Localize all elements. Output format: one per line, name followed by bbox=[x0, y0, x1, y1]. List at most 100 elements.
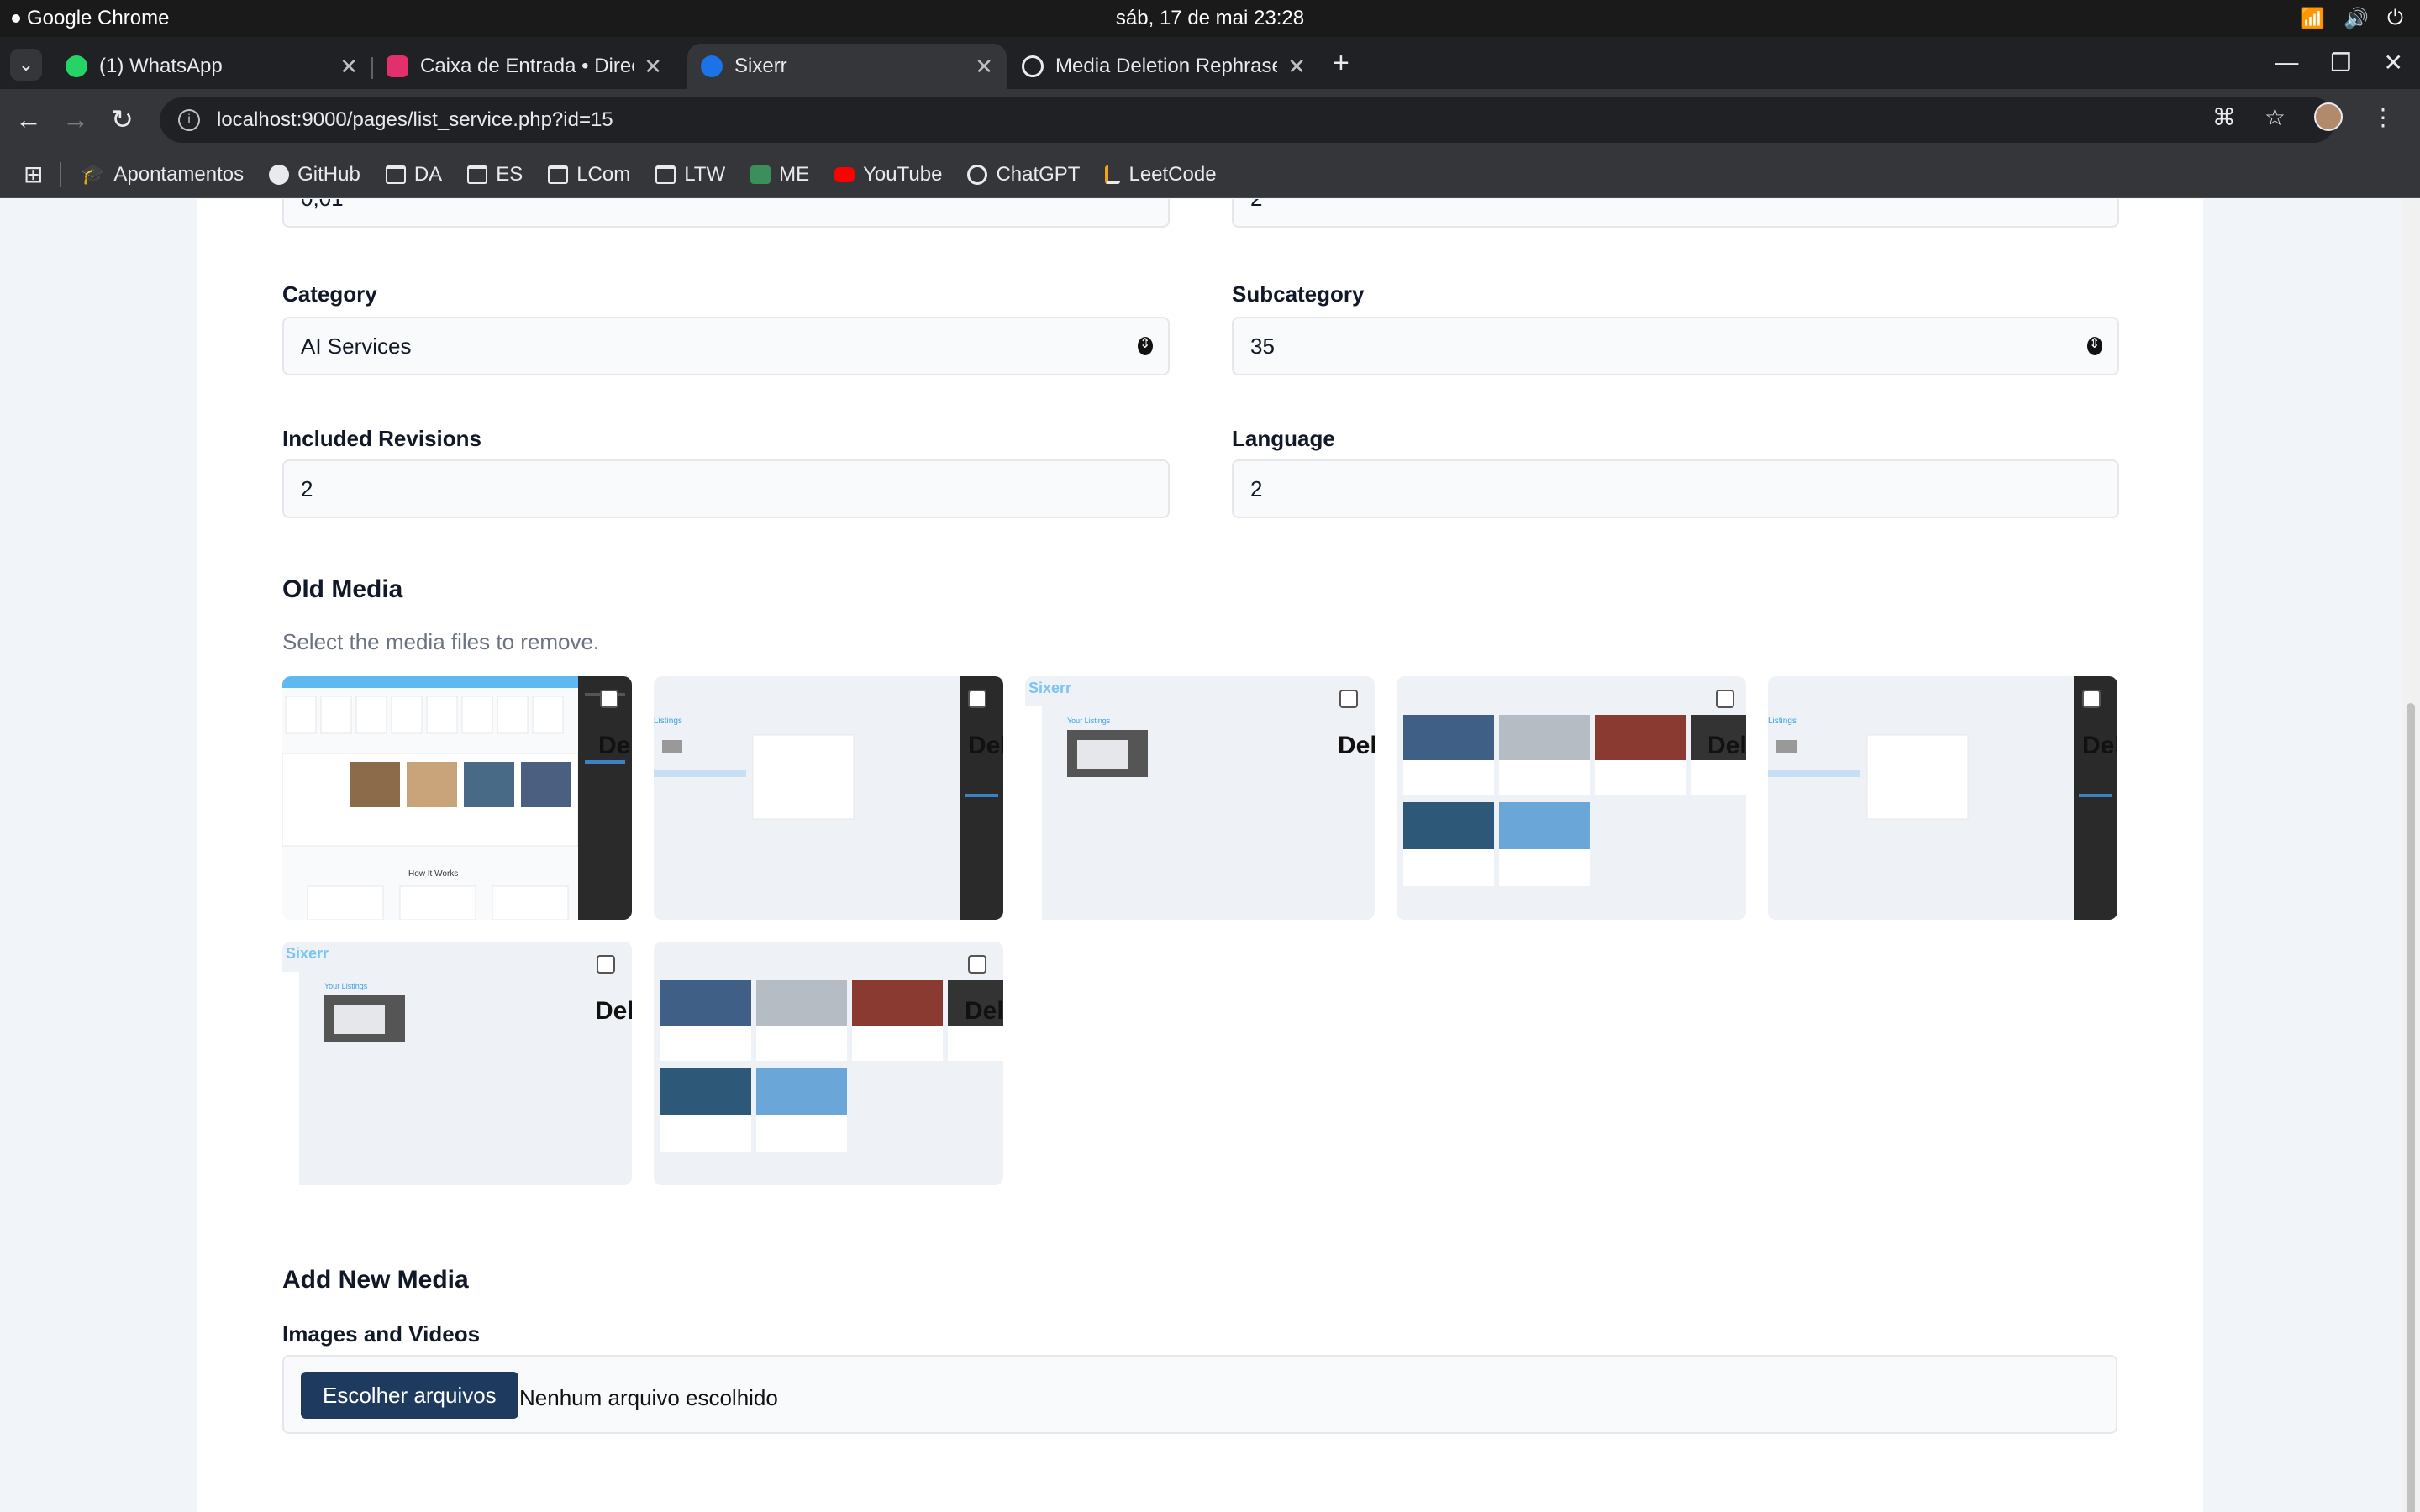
chrome-menu-icon[interactable]: ⋮ bbox=[2371, 103, 2395, 131]
delete-overlay-text: Del bbox=[965, 997, 1003, 1025]
close-tab-icon[interactable]: ✕ bbox=[644, 54, 662, 80]
forward-arrow-icon[interactable]: → bbox=[62, 104, 89, 134]
price-input[interactable]: 0,01 bbox=[282, 199, 1170, 228]
close-tab-icon[interactable]: ✕ bbox=[339, 54, 358, 80]
delivery-value: 2 bbox=[1250, 199, 1262, 212]
chatgpt-icon bbox=[1022, 55, 1044, 77]
page-scrollbar[interactable] bbox=[2402, 199, 2420, 1512]
category-value: AI Services bbox=[301, 333, 412, 359]
images-videos-label: Images and Videos bbox=[282, 1321, 481, 1347]
subcategory-select[interactable]: 35 bbox=[1232, 317, 2119, 375]
media-thumbnail[interactable]: Listings Del bbox=[1768, 676, 2118, 920]
svg-text:Your Listings: Your Listings bbox=[324, 982, 368, 990]
apps-grid-icon[interactable]: ⊞ bbox=[24, 160, 43, 188]
select-arrows-icon bbox=[2087, 335, 2102, 355]
revisions-label: Included Revisions bbox=[282, 426, 481, 451]
new-tab-button[interactable]: + bbox=[1333, 49, 1349, 77]
translate-icon[interactable]: ⌘ bbox=[2212, 103, 2236, 131]
leetcode-icon bbox=[1105, 165, 1121, 184]
select-arrows-icon bbox=[1138, 335, 1153, 355]
wifi-icon: 📶 bbox=[2300, 8, 2326, 30]
bookmark-da[interactable]: DA bbox=[385, 163, 442, 186]
tab-search-button[interactable]: ⌄ bbox=[10, 49, 42, 81]
power-icon: ⏻ bbox=[2387, 7, 2403, 29]
tab-chatgpt[interactable]: Media Deletion Rephrase ✕ bbox=[1008, 44, 1319, 89]
remove-media-checkbox[interactable] bbox=[2082, 690, 2101, 708]
folder-icon bbox=[385, 165, 406, 184]
back-arrow-icon[interactable]: ← bbox=[15, 104, 42, 134]
bookmark-youtube[interactable]: YouTube bbox=[834, 163, 942, 186]
svg-text:Listings: Listings bbox=[1768, 717, 1797, 726]
delivery-time-input[interactable]: 2 bbox=[1232, 199, 2119, 228]
language-value: 2 bbox=[1250, 475, 1263, 501]
revisions-value: 2 bbox=[301, 475, 313, 501]
page-viewport: 0,01 2 Category AI Services Subcategory … bbox=[0, 199, 2420, 1512]
cap-icon: 🎓 bbox=[80, 163, 106, 186]
remove-media-checkbox[interactable] bbox=[1339, 690, 1358, 708]
scrollbar-thumb[interactable] bbox=[2407, 703, 2415, 1512]
system-tray[interactable]: 📶 🔊 ⏻ bbox=[2300, 7, 2403, 31]
site-info-icon[interactable]: i bbox=[178, 109, 200, 131]
remove-media-checkbox[interactable] bbox=[600, 690, 618, 708]
system-top-bar: Google Chrome sáb, 17 de mai 23:28 📶 🔊 ⏻ bbox=[0, 0, 2420, 37]
media-thumbnail[interactable]: Del bbox=[1397, 676, 1746, 920]
svg-text:How It Works: How It Works bbox=[408, 869, 458, 879]
profile-avatar[interactable] bbox=[2314, 102, 2343, 131]
tab-whatsapp[interactable]: (1) WhatsApp ✕ bbox=[52, 44, 371, 89]
bookmarks-divider bbox=[60, 161, 62, 187]
bookmark-chatgpt[interactable]: ChatGPT bbox=[967, 163, 1080, 186]
maximize-icon[interactable]: ❐ bbox=[2330, 49, 2351, 76]
remove-media-checkbox[interactable] bbox=[968, 690, 986, 708]
media-thumbnail[interactable]: Del bbox=[654, 942, 1003, 1185]
bookmark-apontamentos[interactable]: 🎓 Apontamentos bbox=[80, 162, 244, 186]
tab-sixerr[interactable]: Sixerr ✕ bbox=[687, 44, 1007, 89]
media-thumbnail[interactable]: Sixerr Your Listings Del bbox=[282, 942, 632, 1185]
bookmark-star-icon[interactable]: ☆ bbox=[2265, 103, 2286, 131]
media-thumbnail[interactable]: Sixerr Your Listings Del bbox=[1025, 676, 1375, 920]
close-tab-icon[interactable]: ✕ bbox=[1287, 54, 1306, 80]
folder-icon bbox=[655, 165, 676, 184]
svg-text:Your Listings: Your Listings bbox=[1067, 717, 1111, 725]
bookmark-lcom[interactable]: LCom bbox=[548, 163, 630, 186]
instagram-icon bbox=[387, 55, 408, 77]
tab-label: (1) WhatsApp bbox=[99, 55, 223, 77]
bookmark-label: ChatGPT bbox=[996, 162, 1081, 186]
minimize-icon[interactable]: — bbox=[2275, 49, 2298, 76]
bookmark-label: ES bbox=[496, 162, 523, 186]
close-tab-icon[interactable]: ✕ bbox=[975, 54, 993, 80]
remove-media-checkbox[interactable] bbox=[1716, 690, 1734, 708]
bookmark-label: YouTube bbox=[863, 162, 943, 186]
close-window-icon[interactable]: ✕ bbox=[2384, 49, 2403, 76]
media-thumbnail[interactable]: How It Works Del bbox=[282, 676, 632, 920]
bookmark-label: LTW bbox=[684, 162, 726, 186]
github-icon bbox=[269, 164, 290, 185]
file-upload-field[interactable]: Escolher arquivos Nenhum arquivo escolhi… bbox=[282, 1355, 2118, 1434]
bookmark-leetcode[interactable]: LeetCode bbox=[1105, 163, 1217, 186]
subcategory-value: 35 bbox=[1250, 333, 1275, 359]
language-input[interactable]: 2 bbox=[1232, 459, 2119, 518]
remove-media-checkbox[interactable] bbox=[968, 955, 986, 974]
bookmark-me[interactable]: ME bbox=[750, 163, 809, 186]
browser-toolbar: ← → ↻ i localhost:9000/pages/list_servic… bbox=[0, 89, 2420, 151]
media-thumbnail[interactable]: Listings Del bbox=[654, 676, 1003, 920]
sixerr-listings-screenshot-image: Sixerr Your Listings bbox=[282, 942, 632, 1185]
window-controls: — ❐ ✕ bbox=[2275, 49, 2403, 76]
revisions-input[interactable]: 2 bbox=[282, 459, 1170, 518]
remove-media-checkbox[interactable] bbox=[597, 955, 615, 974]
reload-icon[interactable]: ↻ bbox=[111, 104, 134, 134]
svg-text:Sixerr: Sixerr bbox=[1028, 680, 1071, 696]
language-label: Language bbox=[1232, 426, 1335, 451]
bookmark-github[interactable]: GitHub bbox=[269, 163, 360, 186]
svg-text:Sixerr: Sixerr bbox=[286, 945, 329, 962]
delete-overlay-text: Del bbox=[598, 732, 632, 759]
bookmark-label: Apontamentos bbox=[113, 162, 245, 186]
tab-instagram[interactable]: Caixa de Entrada • Direct ✕ bbox=[373, 44, 676, 89]
system-clock[interactable]: sáb, 17 de mai 23:28 bbox=[0, 7, 2420, 30]
category-select[interactable]: AI Services bbox=[282, 317, 1170, 375]
sixerr-listings-screenshot-image: Sixerr Your Listings bbox=[1025, 676, 1375, 920]
bookmark-ltw[interactable]: LTW bbox=[655, 163, 725, 186]
listings-devtools-screenshot-image: Listings bbox=[654, 676, 1003, 920]
bookmark-es[interactable]: ES bbox=[467, 163, 523, 186]
choose-files-button[interactable]: Escolher arquivos bbox=[301, 1372, 518, 1419]
address-bar[interactable]: i localhost:9000/pages/list_service.php?… bbox=[160, 97, 2336, 143]
